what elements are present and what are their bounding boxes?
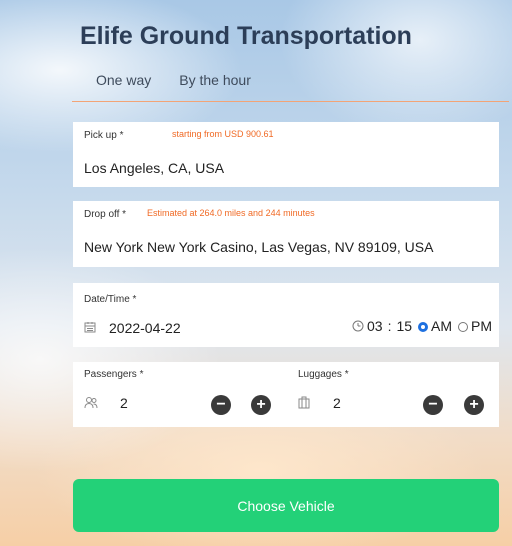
passengers-plus-button[interactable]: + [251, 395, 271, 415]
passengers-minus-button[interactable]: − [211, 395, 231, 415]
luggages-label: Luggages * [298, 369, 349, 380]
datetime-label: Date/Time * [84, 294, 137, 305]
time-separator: : [387, 318, 392, 334]
tab-by-the-hour[interactable]: By the hour [179, 72, 257, 88]
tab-divider [72, 101, 509, 102]
page-title: Elife Ground Transportation [80, 22, 412, 50]
am-radio[interactable] [418, 322, 429, 332]
pickup-value[interactable]: Los Angeles, CA, USA [84, 160, 224, 176]
pickup-label: Pick up * [84, 130, 124, 141]
dropoff-value[interactable]: New York New York Casino, Las Vegas, NV … [84, 239, 433, 255]
trip-type-tabs: One way By the hour [80, 72, 257, 88]
datetime-field: Date/Time * 2022-04-22 03 : 15 AM PM [73, 283, 499, 347]
dropoff-estimate-hint: Estimated at 264.0 miles and 244 minutes [147, 208, 315, 218]
minute-input[interactable]: 15 [396, 318, 412, 334]
pickup-price-hint: starting from USD 900.61 [172, 129, 274, 139]
am-label: AM [431, 318, 453, 334]
date-value[interactable]: 2022-04-22 [109, 320, 181, 336]
choose-vehicle-button[interactable]: Choose Vehicle [73, 479, 499, 532]
luggages-value[interactable]: 2 [333, 395, 341, 411]
pickup-field[interactable]: Pick up * starting from USD 900.61 Los A… [73, 122, 499, 187]
plus-icon: + [469, 396, 479, 413]
dropoff-label: Drop off * [84, 209, 127, 220]
dropoff-field[interactable]: Drop off * Estimated at 264.0 miles and … [73, 201, 499, 267]
passenger-icon [84, 396, 98, 412]
plus-icon: + [256, 396, 266, 413]
minus-icon: − [428, 396, 438, 413]
clock-icon [352, 320, 364, 332]
luggage-icon [298, 396, 310, 412]
hour-input[interactable]: 03 [367, 318, 383, 334]
time-picker: 03 : 15 AM PM [352, 318, 492, 334]
pm-label: PM [471, 318, 493, 334]
passengers-luggages-field: Passengers * 2 − + Luggages * 2 − + [73, 362, 499, 427]
luggages-minus-button[interactable]: − [423, 395, 443, 415]
tab-one-way[interactable]: One way [80, 72, 157, 88]
passengers-label: Passengers * [84, 369, 144, 380]
luggages-plus-button[interactable]: + [464, 395, 484, 415]
pm-radio[interactable] [458, 322, 469, 332]
passengers-value[interactable]: 2 [120, 395, 128, 411]
calendar-icon [84, 321, 96, 336]
minus-icon: − [216, 396, 226, 413]
